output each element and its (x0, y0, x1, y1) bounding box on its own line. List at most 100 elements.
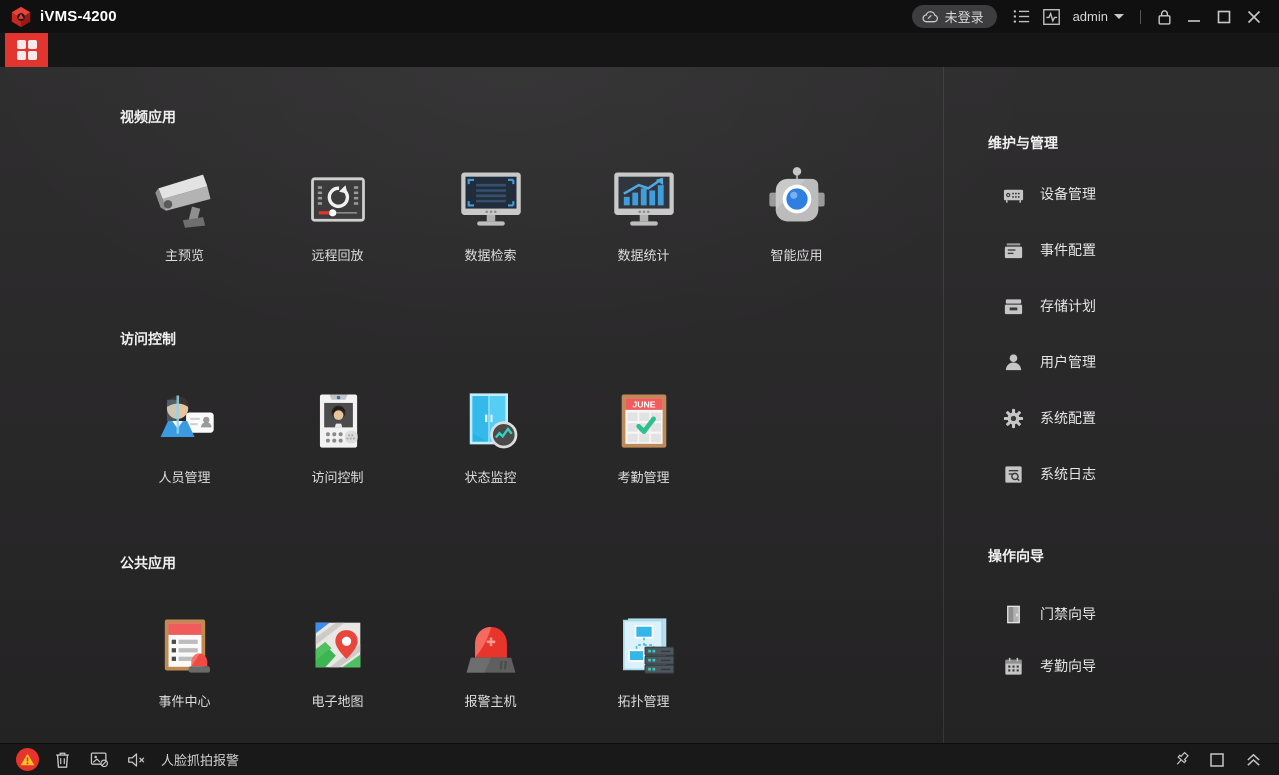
app-label: 主预览 (165, 245, 204, 264)
sidebar-item-access-wizard[interactable]: 门禁向导 (944, 588, 1279, 640)
lock-icon (1156, 8, 1173, 26)
app-title: iVMS-4200 (40, 8, 117, 25)
sidebar-item-label: 系统配置 (1040, 408, 1096, 428)
system-log-icon (1002, 463, 1025, 486)
sidebar-item-label: 门禁向导 (1040, 604, 1096, 624)
app-status-monitoring[interactable]: 状态监控 (414, 383, 567, 486)
app-alarm-host[interactable]: 报警主机 (414, 607, 567, 710)
sidebar-item-label: 考勤向导 (1040, 656, 1096, 676)
app-label: 智能应用 (770, 245, 822, 264)
home-tab-button[interactable] (5, 33, 48, 67)
close-icon (1247, 10, 1261, 24)
app-remote-playback[interactable]: 远程回放 (261, 161, 414, 264)
sidebar-item-storage-schedule[interactable]: 存储计划 (944, 278, 1279, 334)
status-bar: 人脸抓拍报警 (0, 743, 1279, 775)
user-name: admin (1073, 9, 1108, 24)
app-intelligent-apps[interactable]: 智能应用 (720, 161, 873, 264)
app-main-view[interactable]: 主预览 (108, 161, 261, 264)
minimize-button[interactable] (1179, 4, 1209, 30)
app-logo-icon (10, 6, 32, 28)
calendar-wizard-icon (1002, 655, 1025, 678)
sidebar-item-account-management[interactable]: 用户管理 (944, 334, 1279, 390)
mute-audio-button[interactable] (122, 748, 150, 772)
section-title: 访问控制 (120, 329, 943, 349)
app-label: 拓扑管理 (617, 691, 669, 710)
task-list-icon (1012, 8, 1031, 25)
section-public-apps: 公共应用 事件中心 (0, 553, 943, 710)
event-config-icon (1002, 239, 1025, 262)
app-emap[interactable]: 电子地图 (261, 607, 414, 710)
app-label: 状态监控 (464, 467, 516, 486)
app-label: 远程回放 (311, 245, 363, 264)
calendar-check-icon: JUNE (610, 387, 678, 455)
app-label: 访问控制 (311, 467, 363, 486)
clear-alarms-button[interactable] (48, 748, 76, 772)
system-monitor-button[interactable] (1037, 4, 1067, 30)
login-status-label: 未登录 (945, 7, 984, 26)
alarm-event-label: 人脸抓拍报警 (161, 750, 239, 769)
speaker-muted-icon (127, 752, 146, 768)
section-title: 视频应用 (120, 107, 943, 127)
lock-button[interactable] (1149, 4, 1179, 30)
maintenance-sidebar: 维护与管理 设备管理 (944, 67, 1279, 743)
task-list-button[interactable] (1007, 4, 1037, 30)
sidebar-item-attendance-wizard[interactable]: 考勤向导 (944, 640, 1279, 692)
app-data-retrieval[interactable]: 数据检索 (414, 161, 567, 264)
app-label: 电子地图 (311, 691, 363, 710)
system-monitor-icon (1042, 8, 1061, 26)
sidebar-section-title: 维护与管理 (988, 133, 1279, 153)
door-wizard-icon (1002, 603, 1025, 626)
close-button[interactable] (1239, 4, 1269, 30)
ivms-window: iVMS-4200 未登录 (0, 0, 1279, 775)
sidebar-item-system-config[interactable]: 系统配置 (944, 390, 1279, 446)
sidebar-item-label: 存储计划 (1040, 296, 1096, 316)
no-image-icon (90, 751, 109, 768)
expand-square-icon (1209, 752, 1225, 768)
user-menu[interactable]: admin (1073, 9, 1124, 24)
alarm-siren-icon (457, 611, 525, 679)
app-access-control[interactable]: 访问控制 (261, 383, 414, 486)
person-card-icon (151, 387, 219, 455)
ai-robot-icon (763, 165, 831, 233)
modules-panel: 视频应用 主预览 (0, 67, 943, 743)
main-content: 视频应用 主预览 (0, 67, 1279, 743)
sidebar-item-system-log[interactable]: 系统日志 (944, 446, 1279, 502)
door-intercom-icon (304, 387, 372, 455)
maximize-alarm-panel-button[interactable] (1203, 748, 1231, 772)
maximize-icon (1217, 10, 1231, 24)
app-topology[interactable]: 拓扑管理 (567, 607, 720, 710)
sidebar-item-label: 事件配置 (1040, 240, 1096, 260)
maximize-button[interactable] (1209, 4, 1239, 30)
pin-alarm-panel-button[interactable] (1167, 748, 1195, 772)
warning-triangle-icon (20, 753, 35, 766)
clipboard-siren-icon (151, 611, 219, 679)
sidebar-item-label: 用户管理 (1040, 352, 1096, 372)
title-bar: iVMS-4200 未登录 (0, 0, 1279, 33)
playback-screen-icon (304, 165, 372, 233)
expand-alarm-panel-button[interactable] (1239, 748, 1267, 772)
device-management-icon (1002, 183, 1025, 206)
app-person-management[interactable]: 人员管理 (108, 383, 261, 486)
section-video-apps: 视频应用 主预览 (0, 107, 943, 264)
sidebar-section-title: 操作向导 (988, 546, 1279, 566)
app-label: 数据统计 (617, 245, 669, 264)
section-access-control: 访问控制 (0, 329, 943, 486)
user-management-icon (1002, 351, 1025, 374)
sidebar-item-event-config[interactable]: 事件配置 (944, 222, 1279, 278)
app-label: 事件中心 (158, 691, 210, 710)
cctv-camera-icon (151, 165, 219, 233)
titlebar-divider (1140, 10, 1141, 24)
sidebar-item-label: 设备管理 (1040, 184, 1096, 204)
statistics-monitor-icon (610, 165, 678, 233)
app-event-center[interactable]: 事件中心 (108, 607, 261, 710)
sidebar-item-device-management[interactable]: 设备管理 (944, 166, 1279, 222)
sidebar-item-label: 系统日志 (1040, 464, 1096, 484)
login-status-button[interactable]: 未登录 (912, 5, 997, 28)
app-data-statistics[interactable]: 数据统计 (567, 161, 720, 264)
alarm-indicator-button[interactable] (16, 748, 39, 771)
tab-bar (0, 33, 1279, 67)
chevron-down-icon (1114, 14, 1124, 19)
hide-alarm-picture-button[interactable] (85, 748, 113, 772)
topology-servers-icon (610, 611, 678, 679)
app-attendance[interactable]: JUNE 考勤管理 (567, 383, 720, 486)
